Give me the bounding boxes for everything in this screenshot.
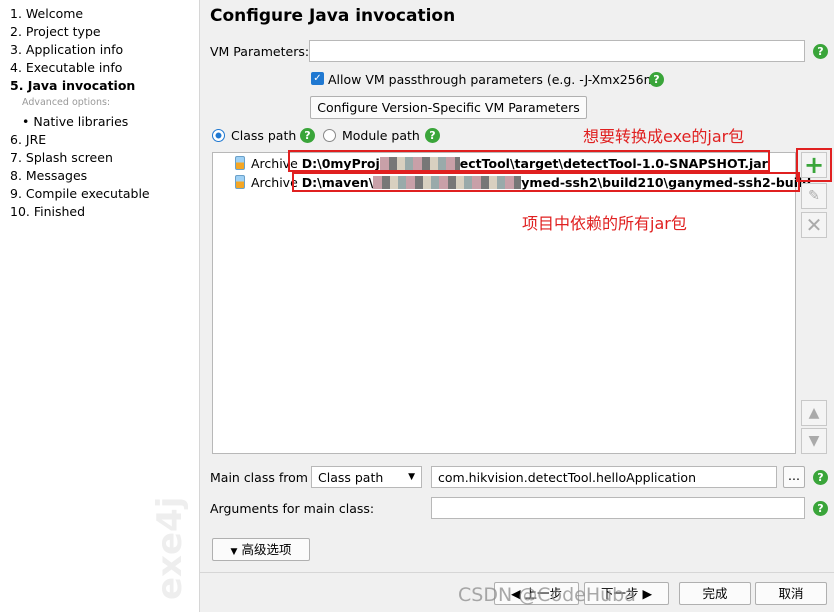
step-welcome[interactable]: 1. Welcome: [10, 6, 83, 21]
main-class-label: Main class from: [210, 470, 308, 485]
native-libraries-label: Native libraries: [33, 114, 129, 129]
remove-entry-button[interactable]: ✕: [801, 212, 827, 238]
advanced-options-label: Advanced options:: [22, 97, 111, 108]
advanced-options-button[interactable]: ▼ 高级选项: [212, 538, 310, 561]
modulepath-label: Module path: [342, 128, 420, 143]
jar-icon: [235, 175, 245, 189]
page-title: Configure Java invocation: [210, 6, 456, 26]
annotation-target-jar: 想要转换成exe的jar包: [583, 127, 745, 146]
passthrough-checkbox[interactable]: ✓: [311, 72, 324, 85]
main-panel: Configure Java invocation VM Parameters:…: [200, 0, 834, 612]
step-compile-executable[interactable]: 9. Compile executable: [10, 186, 150, 201]
jar-icon: [235, 156, 245, 170]
highlight-box: [288, 150, 770, 172]
highlight-box: [292, 172, 800, 192]
highlight-box: [796, 148, 832, 182]
step-native-libraries[interactable]: • Native libraries: [22, 114, 128, 129]
next-arrow-icon: ▶: [642, 586, 653, 601]
browse-button[interactable]: ...: [783, 466, 805, 488]
step-jre[interactable]: 6. JRE: [10, 132, 46, 147]
arguments-label: Arguments for main class:: [210, 501, 375, 516]
help-icon[interactable]: ?: [813, 501, 828, 516]
help-icon[interactable]: ?: [649, 72, 664, 87]
help-icon[interactable]: ?: [425, 128, 440, 143]
sidebar: 1. Welcome 2. Project type 3. Applicatio…: [0, 0, 200, 612]
classpath-radio[interactable]: [212, 129, 225, 142]
watermark: CSDN @CodeHuba: [458, 584, 636, 606]
divider: [200, 572, 834, 573]
help-icon[interactable]: ?: [300, 128, 315, 143]
cancel-button[interactable]: 取消: [755, 582, 827, 605]
select-value: Class path: [318, 470, 384, 485]
help-icon[interactable]: ?: [813, 470, 828, 485]
step-java-invocation[interactable]: 5. Java invocation: [10, 78, 135, 93]
modulepath-radio[interactable]: [323, 129, 336, 142]
arguments-input[interactable]: [431, 497, 805, 519]
main-class-source-select[interactable]: Class path ▼: [311, 466, 422, 488]
edit-entry-button[interactable]: ✎: [801, 183, 827, 209]
step-finished[interactable]: 10. Finished: [10, 204, 85, 219]
entry-type: Archive: [251, 175, 298, 190]
move-down-button[interactable]: ▼: [801, 428, 827, 454]
triangle-down-icon: ▼: [230, 547, 238, 557]
move-up-button[interactable]: ▲: [801, 400, 827, 426]
step-messages[interactable]: 8. Messages: [10, 168, 87, 183]
finish-button[interactable]: 完成: [679, 582, 751, 605]
version-specific-vm-button[interactable]: Configure Version-Specific VM Parameters: [310, 96, 587, 119]
step-executable-info[interactable]: 4. Executable info: [10, 60, 122, 75]
classpath-label: Class path: [231, 128, 297, 143]
step-application-info[interactable]: 3. Application info: [10, 42, 123, 57]
advanced-label: 高级选项: [241, 542, 292, 557]
annotation-dependencies: 项目中依赖的所有jar包: [522, 214, 687, 233]
main-class-input[interactable]: com.hikvision.detectTool.helloApplicatio…: [431, 466, 777, 488]
passthrough-label: Allow VM passthrough parameters (e.g. -J…: [328, 72, 661, 87]
help-icon[interactable]: ?: [813, 44, 828, 59]
classpath-list[interactable]: Archive D:\0myProj ectTool\target\detectT…: [212, 152, 811, 454]
step-project-type[interactable]: 2. Project type: [10, 24, 101, 39]
exe4j-logo: exe4j: [150, 496, 190, 600]
step-splash-screen[interactable]: 7. Splash screen: [10, 150, 113, 165]
vm-parameters-input[interactable]: [309, 40, 805, 62]
chevron-down-icon: ▼: [408, 472, 415, 482]
vm-parameters-label: VM Parameters:: [210, 44, 310, 59]
